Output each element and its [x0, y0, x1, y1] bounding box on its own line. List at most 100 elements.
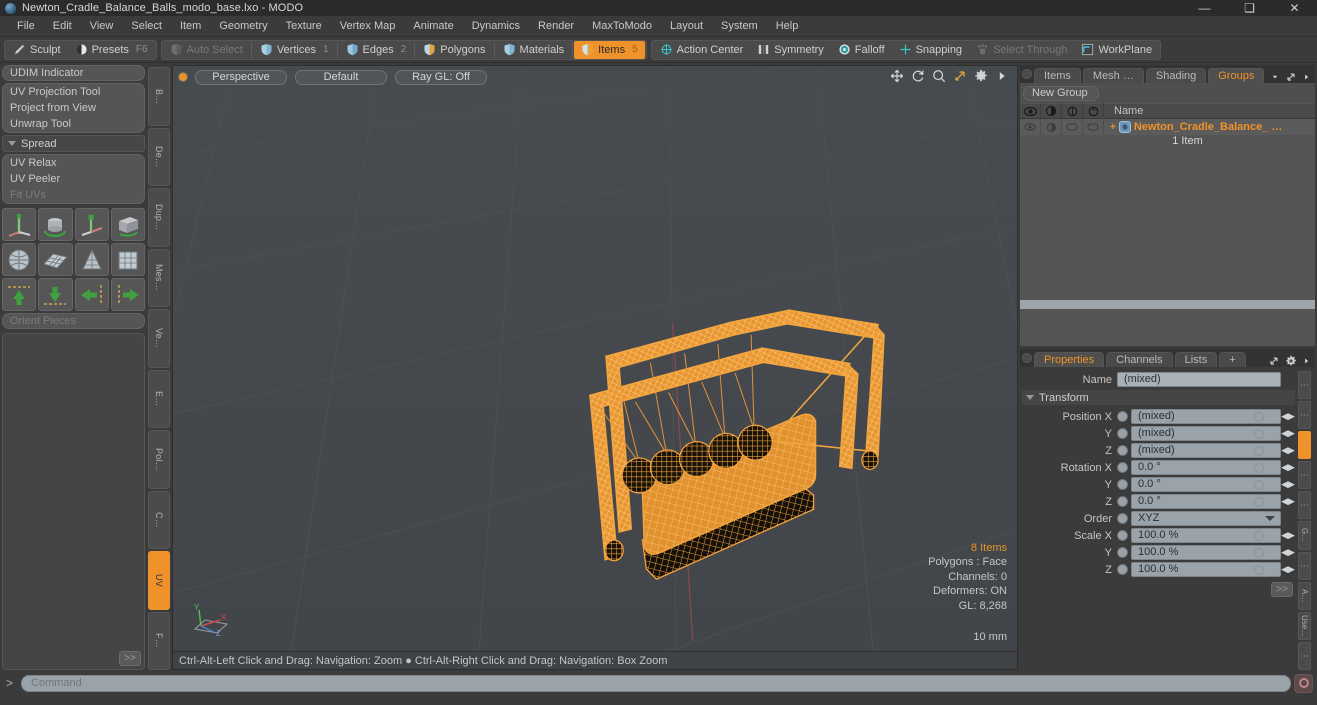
left-vtab-3[interactable]: Mes… [148, 248, 170, 307]
groups-list-body[interactable]: + Newton_Cradle_Balance_ … 1 Item [1020, 119, 1315, 346]
property-channel-knob[interactable] [1117, 530, 1128, 541]
property-value-input[interactable]: 100.0 % [1131, 528, 1281, 543]
spread-section-header[interactable]: Spread [2, 135, 145, 152]
command-input[interactable] [21, 674, 1291, 692]
property-value-input[interactable]: (mixed) [1131, 443, 1281, 458]
unwrap-tool-button[interactable]: Unwrap Tool [3, 116, 144, 132]
property-spinner[interactable]: ◀▶ [1281, 496, 1295, 507]
transform-section-header[interactable]: Transform [1022, 390, 1295, 405]
viewport-perspective-button[interactable]: Perspective [195, 69, 287, 85]
pan-icon[interactable] [890, 69, 904, 83]
menu-item-maxtomodo[interactable]: MaxToModo [583, 16, 661, 37]
tab-items[interactable]: Items [1034, 68, 1081, 83]
menu-item-animate[interactable]: Animate [404, 16, 462, 37]
fit-uvs-button[interactable]: Fit UVs [3, 187, 144, 203]
uv-relax-button[interactable]: UV Relax [3, 155, 144, 171]
property-mini-dial[interactable] [1254, 497, 1264, 507]
property-spinner[interactable]: ◀▶ [1281, 479, 1295, 490]
menu-item-geometry[interactable]: Geometry [210, 16, 276, 37]
expand-arrows-icon[interactable] [1268, 355, 1280, 367]
properties-vtab-7[interactable]: A… [1298, 581, 1311, 610]
orient-pieces-button[interactable]: Orient Pieces [2, 313, 145, 329]
uv-scale-gizmo-icon[interactable] [74, 208, 109, 241]
menu-item-view[interactable]: View [81, 16, 123, 37]
tab-channels[interactable]: Channels [1106, 352, 1173, 367]
property-spinner[interactable]: ◀▶ [1281, 428, 1295, 439]
row-lock-toggle[interactable] [1062, 119, 1083, 135]
gear-icon[interactable] [1285, 355, 1297, 367]
fit-expand-icon[interactable] [953, 69, 967, 83]
property-value-input[interactable]: 100.0 % [1131, 562, 1281, 577]
menu-item-item[interactable]: Item [171, 16, 210, 37]
panel-corner-icon-2[interactable] [1022, 353, 1032, 363]
group-row-name-cell[interactable]: + Newton_Cradle_Balance_ … [1104, 121, 1282, 133]
uv-box-unwrap-icon[interactable] [110, 243, 145, 276]
property-value-input[interactable]: XYZ [1131, 511, 1281, 526]
toolbar-button-action-center[interactable]: Action Center [653, 41, 751, 59]
property-value-input[interactable]: 0.0 ° [1131, 477, 1281, 492]
menu-item-dynamics[interactable]: Dynamics [463, 16, 529, 37]
panel-corner-icon[interactable] [1022, 69, 1032, 79]
property-spinner[interactable]: ◀▶ [1281, 462, 1295, 473]
uv-grid-plane-icon[interactable] [38, 243, 73, 276]
left-vtab-1[interactable]: De… [148, 127, 170, 186]
property-mini-dial[interactable] [1254, 548, 1264, 558]
uv-rotate-cylinder-icon[interactable] [38, 208, 73, 241]
left-vtab-8[interactable]: UV [148, 551, 170, 610]
expand-arrows-icon[interactable] [1285, 71, 1297, 83]
menu-item-file[interactable]: File [8, 16, 44, 37]
toolbar-button-auto-select[interactable]: Auto Select [163, 41, 250, 59]
uv-peeler-button[interactable]: UV Peeler [3, 171, 144, 187]
chevron-down-icon[interactable] [1270, 73, 1280, 81]
uv-projection-tool-button[interactable]: UV Projection Tool [3, 84, 144, 100]
tab-groups[interactable]: Groups [1208, 68, 1265, 83]
properties-vtab-3[interactable]: ⋮ [1298, 461, 1311, 490]
menu-item-select[interactable]: Select [122, 16, 171, 37]
properties-vtab-4[interactable]: ⋮ [1298, 491, 1311, 520]
uv-flip-box-icon[interactable] [110, 208, 145, 241]
property-value-input[interactable]: (mixed) [1131, 426, 1281, 441]
left-vtab-7[interactable]: C… [148, 490, 170, 549]
table-row[interactable]: + Newton_Cradle_Balance_ … [1020, 119, 1315, 135]
property-mini-dial[interactable] [1254, 412, 1264, 422]
property-spinner[interactable]: ◀▶ [1281, 564, 1295, 575]
menu-item-vertex-map[interactable]: Vertex Map [331, 16, 405, 37]
property-channel-knob[interactable] [1117, 411, 1128, 422]
left-vtab-0[interactable]: B… [148, 67, 170, 126]
property-channel-knob[interactable] [1117, 479, 1128, 490]
property-spinner[interactable]: ◀▶ [1281, 411, 1295, 422]
toolbar-button-snapping[interactable]: Snapping [892, 41, 970, 59]
menu-item-help[interactable]: Help [767, 16, 808, 37]
property-mini-dial[interactable] [1254, 531, 1264, 541]
left-vtab-9[interactable]: F… [148, 611, 170, 670]
uv-move-gizmo-icon[interactable] [2, 208, 37, 241]
chevron-right-icon[interactable] [1302, 356, 1311, 366]
tab-[interactable]: + [1219, 352, 1246, 367]
property-channel-knob[interactable] [1117, 445, 1128, 456]
property-value-input[interactable]: 0.0 ° [1131, 494, 1281, 509]
uv-cone-unwrap-icon[interactable] [74, 243, 109, 276]
left-more-button[interactable]: >> [119, 651, 141, 666]
minimize-button[interactable]: — [1182, 0, 1227, 16]
toolbar-button-select-through[interactable]: Select Through [969, 41, 1074, 59]
property-mini-dial[interactable] [1254, 565, 1264, 575]
newton-cradle-model[interactable] [173, 66, 1017, 651]
new-group-button[interactable]: New Group [1023, 86, 1099, 101]
uv-move-down-icon[interactable] [38, 278, 73, 311]
properties-vtab-0[interactable]: ⋮ [1298, 371, 1311, 400]
property-value-input[interactable]: 100.0 % [1131, 545, 1281, 560]
uv-move-right-icon[interactable] [110, 278, 145, 311]
3d-viewport[interactable]: Perspective Default Ray GL: Off 8 Items … [172, 65, 1018, 652]
close-button[interactable]: ✕ [1272, 0, 1317, 16]
rotate-icon[interactable] [911, 69, 925, 83]
property-channel-knob[interactable] [1117, 564, 1128, 575]
toolbar-button-polygons[interactable]: Polygons [416, 41, 492, 59]
properties-vtab-6[interactable]: ⋮ [1298, 551, 1311, 580]
tab-lists[interactable]: Lists [1174, 352, 1218, 367]
property-mini-dial[interactable] [1254, 480, 1264, 490]
project-from-view-button[interactable]: Project from View [3, 100, 144, 116]
toolbar-button-workplane[interactable]: WorkPlane [1074, 41, 1159, 59]
left-vtab-4[interactable]: Ve… [148, 309, 170, 368]
expand-cross-icon[interactable]: + [1110, 122, 1116, 133]
tab-mesh[interactable]: Mesh … [1082, 68, 1144, 83]
